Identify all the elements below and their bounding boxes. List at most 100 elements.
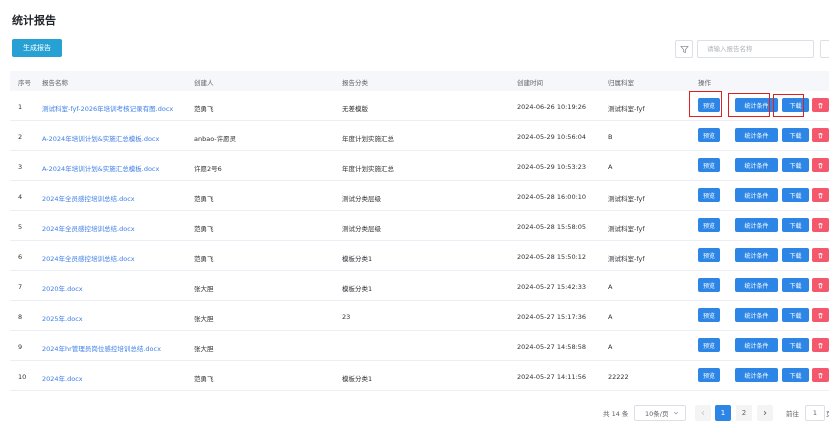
preview-button[interactable]: 预览 (698, 248, 720, 262)
preview-button[interactable]: 预览 (698, 368, 720, 382)
download-button[interactable]: 下载 (782, 338, 809, 352)
cell-room: A (608, 343, 613, 351)
page-size-value: 10条/页 (645, 410, 669, 418)
cell-report-name[interactable]: 2024年.docx (42, 373, 83, 383)
filter-icon (679, 45, 689, 53)
download-button[interactable]: 下载 (782, 188, 809, 202)
filter-button[interactable] (675, 40, 693, 58)
delete-button[interactable] (812, 368, 829, 382)
preview-button[interactable]: 预览 (698, 158, 720, 172)
page-button-1[interactable]: 1 (715, 405, 731, 421)
preview-button[interactable]: 预览 (698, 338, 720, 352)
col-name-header: 报告名称 (42, 79, 68, 87)
trash-icon (818, 282, 823, 288)
cell-report-name[interactable]: 2024年全员感控培训总结.docx (42, 253, 135, 263)
col-created-header: 创建时间 (517, 79, 543, 87)
preview-button[interactable]: 预览 (698, 278, 720, 292)
cell-creator: 张大胆 (194, 285, 214, 293)
preview-button[interactable]: 预览 (698, 128, 720, 142)
download-button[interactable]: 下载 (782, 308, 809, 322)
search-button[interactable] (820, 40, 829, 58)
delete-button[interactable] (812, 98, 829, 112)
col-actions-header: 操作 (698, 79, 711, 87)
download-button[interactable]: 下载 (782, 128, 809, 142)
download-button[interactable]: 下载 (782, 248, 809, 262)
table-row: 3 A-2024年培训计划&实施汇总模板.docx 许愿2号6 年度计划实施汇总 202… (10, 151, 829, 181)
preview-button[interactable]: 预览 (698, 218, 720, 232)
cell-created-time: 2024-05-29 10:53:23 (517, 163, 587, 171)
col-index-header: 序号 (18, 79, 31, 87)
col-creator-header: 创建人 (194, 79, 214, 87)
cell-created-time: 2024-05-27 14:58:58 (517, 343, 587, 351)
download-button[interactable]: 下载 (782, 98, 809, 112)
stats-conditions-button[interactable]: 统计条件 (735, 128, 778, 142)
stats-conditions-button[interactable]: 统计条件 (735, 338, 778, 352)
cell-created-time: 2024-05-29 10:56:04 (517, 133, 587, 141)
download-button[interactable]: 下载 (782, 278, 809, 292)
col-room-header: 归属科室 (608, 79, 634, 87)
pagination-total: 共 14 条 (603, 410, 629, 418)
stats-conditions-button[interactable]: 统计条件 (735, 248, 778, 262)
stats-conditions-button[interactable]: 统计条件 (735, 188, 778, 202)
report-panel: 统计报告 生成报告 序号 报告名称 创建人 报告分类 创建时间 归属科室 操作 … (0, 0, 829, 423)
stats-conditions-button[interactable]: 统计条件 (735, 218, 778, 232)
cell-category: 23 (342, 313, 351, 321)
download-button[interactable]: 下载 (782, 368, 809, 382)
cell-room: A (608, 163, 613, 171)
page-size-select[interactable]: 10条/页 (634, 405, 686, 421)
cell-index: 6 (18, 253, 23, 261)
cell-index: 10 (18, 373, 27, 381)
col-category-header: 报告分类 (342, 79, 368, 87)
delete-button[interactable] (812, 248, 829, 262)
cell-report-name[interactable]: A-2024年培训计划&实施汇总模板.docx (42, 133, 159, 143)
stats-conditions-button[interactable]: 统计条件 (735, 308, 778, 322)
cell-report-name[interactable]: 2025年.docx (42, 313, 83, 323)
delete-button[interactable] (812, 128, 829, 142)
preview-button[interactable]: 预览 (698, 188, 720, 202)
cell-report-name[interactable]: 2020年.docx (42, 283, 83, 293)
cell-created-time: 2024-05-27 15:42:33 (517, 283, 587, 291)
cell-index: 4 (18, 193, 23, 201)
cell-category: 测试分类层级 (342, 195, 381, 203)
cell-report-name[interactable]: 测试科室-fyf-2026年培训考核记录有图.docx (42, 103, 173, 113)
stats-conditions-button[interactable]: 统计条件 (735, 158, 778, 172)
cell-report-name[interactable]: A-2024年培训计划&实施汇总模板.docx (42, 163, 159, 173)
cell-report-name[interactable]: 2024年全员感控培训总结.docx (42, 193, 135, 203)
page-button-2[interactable]: 2 (736, 405, 752, 421)
prev-page-button[interactable] (695, 405, 711, 421)
table-row: 10 2024年.docx 范勇飞 模板分类1 2024-05-27 14:11:56 2… (10, 361, 829, 391)
cell-creator: 范勇飞 (194, 195, 214, 203)
delete-button[interactable] (812, 278, 829, 292)
cell-report-name[interactable]: 2024年hr管理员岗位感控培训总结.docx (42, 343, 161, 353)
chevron-left-icon (701, 410, 705, 416)
download-button[interactable]: 下载 (782, 218, 809, 232)
report-name-search-input[interactable] (697, 40, 814, 58)
next-page-button[interactable] (757, 405, 773, 421)
stats-conditions-button[interactable]: 统计条件 (735, 368, 778, 382)
delete-button[interactable] (812, 308, 829, 322)
cell-room: A (608, 313, 613, 321)
cell-category: 模板分类1 (342, 375, 373, 383)
cell-created-time: 2024-06-26 10:19:26 (517, 103, 587, 111)
cell-created-time: 2024-05-27 14:11:56 (517, 373, 587, 381)
delete-button[interactable] (812, 188, 829, 202)
cell-created-time: 2024-05-28 16:00:10 (517, 193, 587, 201)
stats-conditions-button[interactable]: 统计条件 (735, 278, 778, 292)
stats-conditions-button[interactable]: 统计条件 (735, 98, 778, 112)
cell-creator: 张大胆 (194, 315, 214, 323)
preview-button[interactable]: 预览 (698, 308, 720, 322)
generate-report-button[interactable]: 生成报告 (12, 39, 62, 57)
cell-report-name[interactable]: 2024年全员感控培训总结.docx (42, 223, 135, 233)
cell-index: 1 (18, 103, 23, 111)
cell-creator: 范勇飞 (194, 225, 214, 233)
delete-button[interactable] (812, 218, 829, 232)
delete-button[interactable] (812, 158, 829, 172)
preview-button[interactable]: 预览 (698, 98, 720, 112)
cell-room: 测试科室-fyf (608, 195, 645, 203)
trash-icon (818, 252, 823, 258)
goto-page-input[interactable]: 1 (805, 405, 825, 421)
trash-icon (818, 192, 823, 198)
cell-category: 模板分类1 (342, 285, 373, 293)
download-button[interactable]: 下载 (782, 158, 809, 172)
delete-button[interactable] (812, 338, 829, 352)
